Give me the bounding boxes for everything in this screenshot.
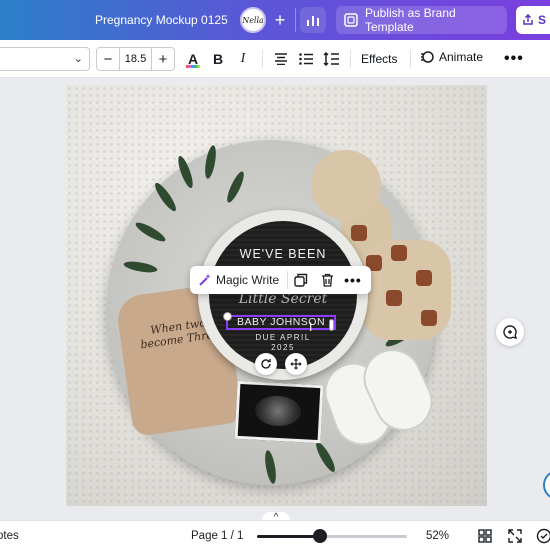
- board-text-line5[interactable]: 2025: [198, 343, 368, 352]
- giraffe-spot: [421, 310, 437, 326]
- page-indicator[interactable]: Page 1 / 1: [191, 530, 243, 542]
- line-spacing-icon: [323, 52, 339, 66]
- publish-brand-template-button[interactable]: Publish as Brand Template: [336, 6, 507, 34]
- duplicate-icon: [294, 273, 308, 287]
- bulleted-list-icon: [299, 53, 313, 65]
- font-size-input[interactable]: 18.5: [119, 48, 152, 70]
- text-color-button[interactable]: A: [183, 49, 203, 69]
- text-cursor-icon: I: [309, 320, 313, 334]
- design-canvas[interactable]: When two become Three WE'VE BEEN Little …: [66, 85, 487, 506]
- comment-icon: [503, 325, 517, 339]
- board-text-line4[interactable]: DUE APRIL: [198, 333, 368, 342]
- more-actions-button[interactable]: •••: [340, 272, 366, 288]
- share-button[interactable]: S: [516, 6, 550, 34]
- delete-button[interactable]: [314, 273, 340, 287]
- duplicate-button[interactable]: [288, 273, 314, 287]
- add-collaborator-button[interactable]: +: [267, 7, 293, 33]
- more-options-button[interactable]: •••: [504, 50, 524, 68]
- decrease-font-size-button[interactable]: −: [97, 51, 119, 68]
- grid-icon: [478, 529, 492, 543]
- font-family-select[interactable]: ⌄: [0, 47, 90, 71]
- add-comment-button[interactable]: [496, 318, 524, 346]
- giraffe-spot: [386, 290, 402, 306]
- text-toolbar: ⌄ − 18.5 + A B I Effects Animate •••: [0, 40, 550, 78]
- magic-wand-icon: [199, 274, 211, 286]
- magic-write-button[interactable]: Magic Write: [190, 273, 287, 287]
- toolbar-divider: [262, 50, 263, 68]
- spacing-button[interactable]: [322, 49, 340, 69]
- resize-handle-right[interactable]: [329, 319, 334, 331]
- user-avatar[interactable]: Nella: [240, 7, 266, 33]
- resize-handle-left[interactable]: [223, 312, 232, 321]
- bold-button[interactable]: B: [209, 49, 227, 69]
- rainbow-bar-icon: [186, 64, 200, 68]
- element-context-toolbar: Magic Write •••: [190, 266, 371, 294]
- publish-label: Publish as Brand Template: [364, 6, 456, 34]
- font-size-stepper: − 18.5 +: [96, 47, 175, 71]
- effects-button[interactable]: Effects: [361, 52, 397, 66]
- move-icon: [290, 358, 302, 370]
- align-button[interactable]: [272, 49, 290, 69]
- selected-text-box[interactable]: BABY JOHNSON: [226, 315, 336, 330]
- chevron-down-icon: ⌄: [73, 53, 83, 65]
- animate-button[interactable]: Animate: [420, 50, 483, 64]
- animate-label: Animate: [439, 50, 484, 64]
- align-center-icon: [275, 53, 287, 65]
- expand-icon: [508, 529, 522, 543]
- rotate-icon: [261, 359, 271, 369]
- share-icon: [523, 14, 533, 25]
- giraffe-spot: [391, 245, 407, 261]
- check-circle-icon: [536, 528, 550, 544]
- bar-chart-icon: [307, 16, 319, 26]
- fullscreen-button[interactable]: [507, 528, 523, 544]
- zoom-slider[interactable]: [257, 529, 407, 543]
- editor-header: Pregnancy Mockup 0125 Nella + Publish as…: [0, 0, 550, 40]
- help-button[interactable]: [543, 470, 550, 500]
- template-icon: [344, 13, 358, 27]
- move-button[interactable]: [285, 353, 307, 375]
- zoom-percentage[interactable]: 52%: [426, 530, 449, 542]
- header-divider: [295, 8, 296, 32]
- toolbar-divider: [410, 50, 411, 68]
- italic-button[interactable]: I: [234, 49, 252, 69]
- trash-icon: [321, 273, 333, 287]
- share-label: S: [538, 13, 547, 27]
- document-title[interactable]: Pregnancy Mockup 0125: [95, 13, 228, 27]
- animate-icon: [421, 51, 434, 63]
- sonogram-image: [254, 394, 302, 428]
- sonogram-photo: [234, 380, 324, 444]
- board-text-line1[interactable]: WE'VE BEEN: [198, 247, 368, 261]
- check-button[interactable]: [536, 528, 550, 544]
- rotate-button[interactable]: [255, 353, 277, 375]
- magic-write-label: Magic Write: [216, 273, 280, 287]
- giraffe-spot: [416, 270, 432, 286]
- notes-button[interactable]: otes: [0, 530, 19, 542]
- status-bar: otes Page 1 / 1 52%: [0, 520, 550, 550]
- zoom-slider-handle[interactable]: [313, 529, 327, 543]
- increase-font-size-button[interactable]: +: [152, 51, 174, 68]
- grid-view-button[interactable]: [477, 528, 493, 544]
- insights-button[interactable]: [300, 7, 326, 33]
- giraffe-head: [311, 150, 381, 220]
- giraffe-spot: [351, 225, 367, 241]
- transform-controls: [255, 353, 307, 375]
- toolbar-divider: [350, 50, 351, 68]
- zoom-slider-fill: [257, 535, 320, 538]
- list-button[interactable]: [297, 49, 315, 69]
